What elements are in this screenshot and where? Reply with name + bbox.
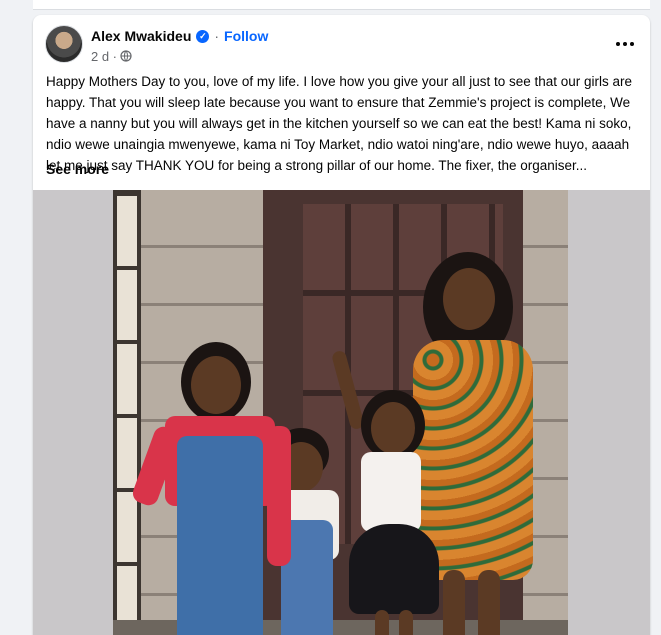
- post-meta: 2 d ·: [91, 49, 132, 64]
- post-text: Happy Mothers Day to you, love of my lif…: [46, 74, 633, 173]
- post-media-area: [33, 190, 650, 635]
- post-photo[interactable]: [113, 190, 568, 635]
- author-name[interactable]: Alex Mwakideu: [91, 28, 191, 44]
- post-header: Alex Mwakideu ✓ · Follow 2 d ·: [45, 25, 638, 65]
- previous-post-edge: [33, 0, 650, 10]
- verified-badge-icon: ✓: [196, 29, 210, 43]
- author-avatar[interactable]: [45, 25, 83, 63]
- globe-icon[interactable]: [120, 50, 132, 62]
- follow-button[interactable]: Follow: [224, 28, 268, 44]
- more-options-icon[interactable]: [612, 31, 638, 57]
- author-line: Alex Mwakideu ✓ · Follow: [91, 27, 268, 45]
- separator-dot: ·: [214, 28, 220, 44]
- feed-post: Alex Mwakideu ✓ · Follow 2 d · Happy Mot…: [33, 15, 650, 635]
- see-more-link[interactable]: See more: [46, 161, 109, 177]
- photo-window-glass: [117, 196, 137, 635]
- post-timestamp[interactable]: 2 d ·: [91, 49, 117, 64]
